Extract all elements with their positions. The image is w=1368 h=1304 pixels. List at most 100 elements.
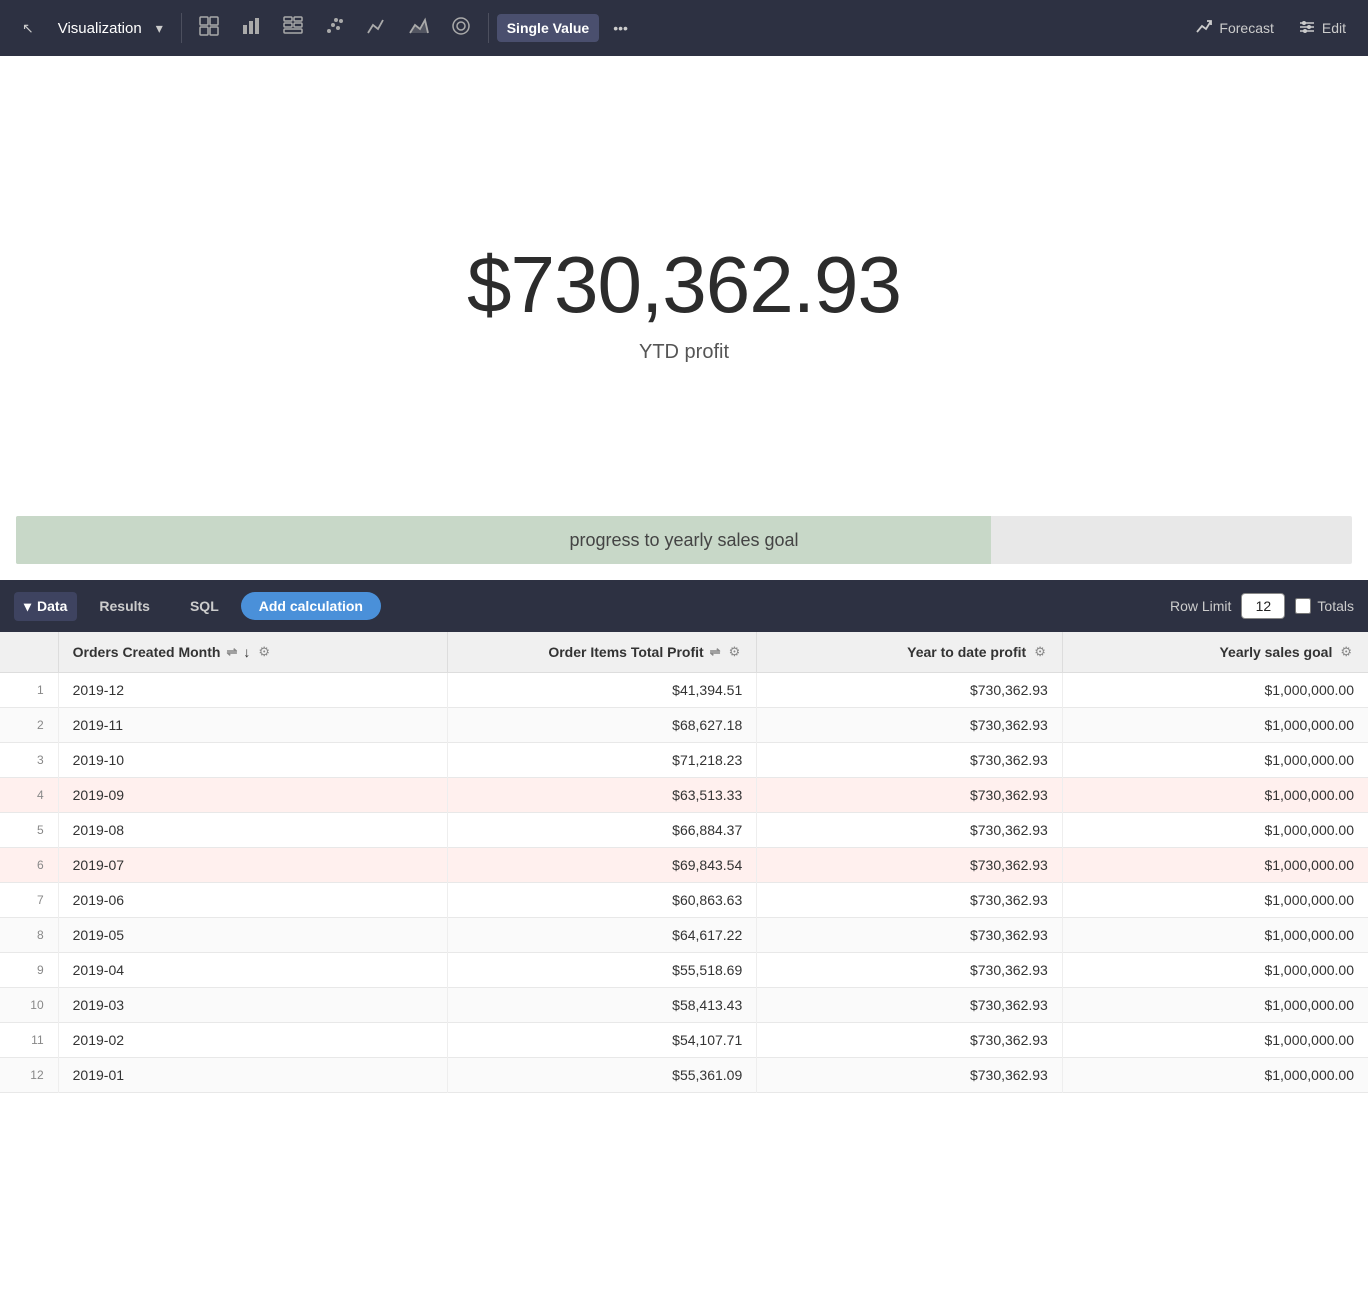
yearly-goal-cell: $1,000,000.00	[1062, 988, 1368, 1023]
orders-month-gear-btn[interactable]: ⚙	[256, 642, 272, 662]
table-row: 7 2019-06 $60,863.63 $730,362.93 $1,000,…	[0, 883, 1368, 918]
more-btn[interactable]: •••	[603, 14, 638, 42]
main-toolbar: ↖ Visualization ▾ Single Value ••• Forec…	[0, 0, 1368, 56]
add-calculation-btn[interactable]: Add calculation	[241, 592, 381, 620]
orders-month-cell: 2019-05	[58, 918, 447, 953]
forecast-btn[interactable]: Forecast	[1185, 12, 1283, 45]
total-profit-gear-btn[interactable]: ⚙	[727, 642, 743, 662]
total-profit-cell: $71,218.23	[447, 743, 757, 778]
row-num-cell: 2	[0, 708, 58, 743]
yearly-goal-cell: $1,000,000.00	[1062, 883, 1368, 918]
totals-check[interactable]: Totals	[1295, 598, 1354, 614]
row-num-cell: 8	[0, 918, 58, 953]
edit-sliders-icon	[1298, 18, 1316, 39]
yearly-goal-cell: $1,000,000.00	[1062, 848, 1368, 883]
ytd-profit-gear-btn[interactable]: ⚙	[1032, 642, 1048, 662]
row-num-cell: 7	[0, 883, 58, 918]
chevron-down-icon: ▾	[156, 20, 163, 37]
total-profit-cell: $54,107.71	[447, 1023, 757, 1058]
ytd-profit-cell: $730,362.93	[757, 673, 1063, 708]
results-tab[interactable]: Results	[81, 591, 168, 621]
row-limit-label: Row Limit	[1170, 598, 1231, 614]
cursor-tool[interactable]: ↖	[12, 14, 44, 43]
yearly-goal-cell: $1,000,000.00	[1062, 918, 1368, 953]
table-row: 5 2019-08 $66,884.37 $730,362.93 $1,000,…	[0, 813, 1368, 848]
viz-label-item[interactable]: Visualization ▾	[48, 14, 173, 43]
totals-checkbox[interactable]	[1295, 598, 1311, 614]
row-num-cell: 9	[0, 953, 58, 988]
toolbar-separator-1	[181, 13, 182, 43]
total-profit-cell: $55,518.69	[447, 953, 757, 988]
progress-bar-label: progress to yearly sales goal	[16, 530, 1352, 551]
donut-icon[interactable]	[442, 9, 480, 48]
ytd-profit-col-label: Year to date profit	[907, 644, 1026, 660]
total-profit-cell: $58,413.43	[447, 988, 757, 1023]
orders-month-cell: 2019-01	[58, 1058, 447, 1093]
bar-chart-icon[interactable]	[232, 9, 270, 48]
yearly-goal-cell: $1,000,000.00	[1062, 953, 1368, 988]
line-chart-icon[interactable]	[358, 9, 396, 48]
table-row: 10 2019-03 $58,413.43 $730,362.93 $1,000…	[0, 988, 1368, 1023]
pivot-icon[interactable]	[274, 9, 312, 48]
data-toolbar-right: Row Limit Totals	[1170, 593, 1354, 619]
ytd-profit-cell: $730,362.93	[757, 1058, 1063, 1093]
ytd-profit-cell: $730,362.93	[757, 1023, 1063, 1058]
edit-label: Edit	[1322, 20, 1346, 36]
total-profit-cell: $63,513.33	[447, 778, 757, 813]
ytd-profit-cell: $730,362.93	[757, 813, 1063, 848]
sql-label: SQL	[190, 598, 219, 614]
orders-month-cell: 2019-11	[58, 708, 447, 743]
yearly-goal-gear-btn[interactable]: ⚙	[1338, 642, 1354, 662]
ytd-profit-cell: $730,362.93	[757, 778, 1063, 813]
sql-tab[interactable]: SQL	[172, 591, 237, 621]
visualization-area: $730,362.93 YTD profit	[0, 56, 1368, 516]
sort-down-icon[interactable]: ↓	[243, 644, 250, 660]
total-profit-cell: $55,361.09	[447, 1058, 757, 1093]
row-num-cell: 11	[0, 1023, 58, 1058]
yearly-goal-cell: $1,000,000.00	[1062, 778, 1368, 813]
area-chart-icon[interactable]	[400, 9, 438, 48]
table-row: 9 2019-04 $55,518.69 $730,362.93 $1,000,…	[0, 953, 1368, 988]
yearly-goal-cell: $1,000,000.00	[1062, 813, 1368, 848]
orders-month-cell: 2019-10	[58, 743, 447, 778]
total-profit-cell: $64,617.22	[447, 918, 757, 953]
row-num-cell: 10	[0, 988, 58, 1023]
table-row: 11 2019-02 $54,107.71 $730,362.93 $1,000…	[0, 1023, 1368, 1058]
more-icon: •••	[613, 20, 628, 36]
table-row: 6 2019-07 $69,843.54 $730,362.93 $1,000,…	[0, 848, 1368, 883]
forecast-icon	[1195, 18, 1213, 39]
orders-month-cell: 2019-12	[58, 673, 447, 708]
ytd-profit-cell: $730,362.93	[757, 743, 1063, 778]
edit-btn[interactable]: Edit	[1288, 12, 1356, 45]
yearly-goal-col-label: Yearly sales goal	[1219, 644, 1332, 660]
progress-bar-container: progress to yearly sales goal	[16, 516, 1352, 564]
ytd-profit-cell: $730,362.93	[757, 988, 1063, 1023]
chevron-down-icon-data: ▾	[24, 598, 31, 615]
orders-month-cell: 2019-02	[58, 1023, 447, 1058]
yearly-goal-cell: $1,000,000.00	[1062, 673, 1368, 708]
cursor-icon: ↖	[22, 20, 34, 37]
single-value-btn[interactable]: Single Value	[497, 14, 599, 42]
row-num-cell: 12	[0, 1058, 58, 1093]
yearly-goal-cell: $1,000,000.00	[1062, 743, 1368, 778]
row-num-cell: 5	[0, 813, 58, 848]
data-tab[interactable]: ▾ Data	[14, 592, 77, 621]
row-num-cell: 4	[0, 778, 58, 813]
scatter-icon[interactable]	[316, 9, 354, 48]
row-limit-input[interactable]	[1241, 593, 1285, 619]
table-icon[interactable]	[190, 9, 228, 48]
table-row: 1 2019-12 $41,394.51 $730,362.93 $1,000,…	[0, 673, 1368, 708]
data-table-wrapper: Orders Created Month ⇌ ↓ ⚙ Order Items T…	[0, 632, 1368, 1093]
big-value: $730,362.93	[467, 239, 901, 331]
totals-label: Totals	[1317, 598, 1354, 614]
row-num-cell: 3	[0, 743, 58, 778]
orders-month-cell: 2019-03	[58, 988, 447, 1023]
ytd-profit-cell: $730,362.93	[757, 953, 1063, 988]
progress-area: progress to yearly sales goal	[0, 516, 1368, 580]
total-profit-cell: $66,884.37	[447, 813, 757, 848]
ytd-profit-cell: $730,362.93	[757, 918, 1063, 953]
table-row: 3 2019-10 $71,218.23 $730,362.93 $1,000,…	[0, 743, 1368, 778]
row-num-cell: 1	[0, 673, 58, 708]
orders-month-cell: 2019-08	[58, 813, 447, 848]
yearly-goal-cell: $1,000,000.00	[1062, 708, 1368, 743]
